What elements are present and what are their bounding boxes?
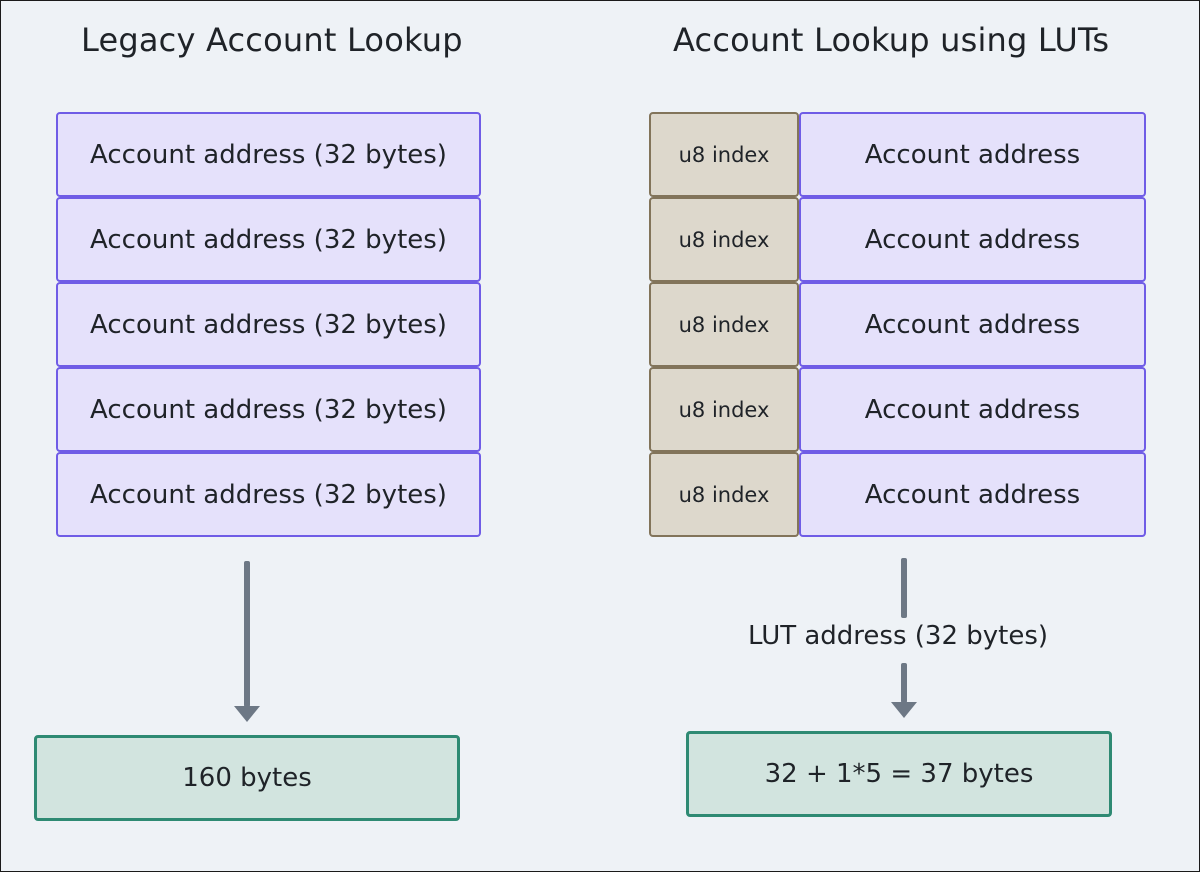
lut-row: u8 index Account address: [649, 112, 1146, 197]
legacy-address-cell: Account address (32 bytes): [56, 452, 481, 537]
lut-arrow-shaft-top: [901, 558, 907, 618]
lut-address-label: LUT address (32 bytes): [748, 621, 1049, 651]
lut-address-cell: Account address: [799, 452, 1146, 537]
lut-row: u8 index Account address: [649, 367, 1146, 452]
lut-row: u8 index Account address: [649, 282, 1146, 367]
legacy-address-cell: Account address (32 bytes): [56, 367, 481, 452]
lut-arrow-shaft-bottom: [901, 663, 907, 703]
legacy-arrow-shaft: [244, 561, 250, 707]
lut-address-cell: Account address: [799, 197, 1146, 282]
lut-arrow-head: [891, 702, 917, 718]
u8-index-cell: u8 index: [649, 367, 799, 452]
lut-row: u8 index Account address: [649, 452, 1146, 537]
legacy-address-stack: Account address (32 bytes) Account addre…: [56, 112, 481, 537]
lut-address-cell: Account address: [799, 112, 1146, 197]
u8-index-cell: u8 index: [649, 197, 799, 282]
legacy-address-cell: Account address (32 bytes): [56, 197, 481, 282]
legacy-title: Legacy Account Lookup: [81, 21, 463, 59]
lut-result-box: 32 + 1*5 = 37 bytes: [686, 731, 1112, 817]
u8-index-cell: u8 index: [649, 282, 799, 367]
lut-address-cell: Account address: [799, 367, 1146, 452]
lut-title: Account Lookup using LUTs: [673, 21, 1110, 59]
lut-row: u8 index Account address: [649, 197, 1146, 282]
legacy-address-cell: Account address (32 bytes): [56, 112, 481, 197]
u8-index-cell: u8 index: [649, 452, 799, 537]
legacy-arrow-head: [234, 706, 260, 722]
legacy-address-cell: Account address (32 bytes): [56, 282, 481, 367]
lut-address-stack: u8 index Account address u8 index Accoun…: [649, 112, 1146, 537]
u8-index-cell: u8 index: [649, 112, 799, 197]
lut-address-cell: Account address: [799, 282, 1146, 367]
legacy-result-box: 160 bytes: [34, 735, 460, 821]
